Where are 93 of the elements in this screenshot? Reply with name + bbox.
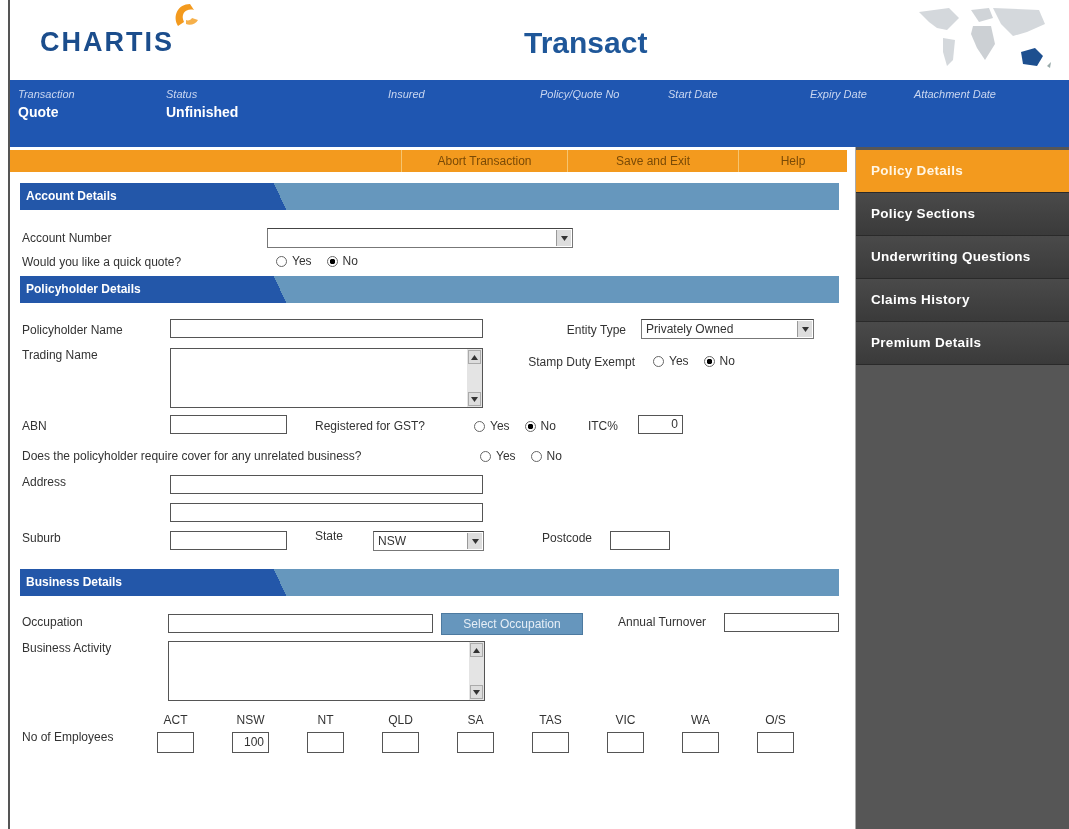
app-title: Transact	[524, 25, 648, 60]
scroll-down-icon[interactable]	[468, 392, 481, 406]
field-label: Status	[166, 88, 198, 100]
field-label: Suburb	[22, 530, 62, 545]
radio-button[interactable]	[524, 420, 536, 432]
logo-text: CHARTIS	[40, 27, 174, 59]
field-label: Attachment Date	[914, 88, 996, 100]
dropdown[interactable]	[267, 228, 573, 248]
radio-button[interactable]	[530, 450, 542, 462]
field-label: Trading Name	[22, 348, 99, 362]
option-label: Yes	[669, 354, 689, 368]
input-field[interactable]	[757, 732, 794, 753]
scroll-up-icon[interactable]	[468, 350, 481, 364]
radio-button[interactable]	[276, 255, 287, 267]
field-label: ABN	[22, 418, 48, 433]
input-field[interactable]	[532, 732, 569, 753]
field-value: Unfinished	[166, 104, 239, 120]
column-label: ACT	[163, 713, 188, 727]
field-label: Registered for GST?	[315, 418, 427, 433]
input-field[interactable]	[682, 732, 719, 753]
input-field[interactable]	[168, 614, 433, 633]
field-label: No of Employees	[22, 729, 115, 744]
text-area[interactable]	[168, 641, 485, 701]
text-area[interactable]	[170, 348, 483, 408]
field-label: Would you like a quick quote?	[22, 254, 183, 269]
column-label: SA	[467, 713, 484, 727]
section-header: Account Details	[20, 183, 839, 210]
column-label: NSW	[236, 713, 265, 727]
field-label: Business Activity	[22, 641, 113, 655]
field-label: Occupation	[22, 614, 84, 629]
input-field[interactable]	[607, 732, 644, 753]
option-label: No	[546, 449, 562, 463]
input-field[interactable]: 0	[637, 415, 683, 434]
option-label: Yes	[292, 254, 312, 268]
field-label: Entity Type	[565, 322, 626, 337]
scroll-down-icon[interactable]	[470, 685, 483, 699]
radio-button[interactable]	[703, 355, 715, 367]
option-label: No	[719, 354, 735, 368]
input-field[interactable]	[610, 531, 670, 550]
input-field[interactable]	[457, 732, 494, 753]
field-label: Transaction	[18, 88, 75, 100]
field-label: Policy/Quote No	[540, 88, 620, 100]
field-label: Expiry Date	[810, 88, 867, 100]
input-field[interactable]	[307, 732, 344, 753]
column-label: WA	[691, 713, 710, 727]
field-label: Stamp Duty Exempt	[527, 354, 635, 369]
scrollbar[interactable]	[467, 349, 482, 407]
field-label: Insured	[388, 88, 425, 100]
toolbar-link[interactable]: Abort Transaction	[401, 150, 567, 172]
column-label: VIC	[615, 713, 636, 727]
toolbar-link[interactable]: Help	[738, 150, 847, 172]
field-label: Address	[22, 475, 68, 489]
field-label: Postcode	[542, 530, 594, 545]
column-label: NT	[317, 713, 334, 727]
scroll-up-icon[interactable]	[470, 643, 483, 657]
column-label: O/S	[765, 713, 786, 727]
dropdown[interactable]: NSW	[373, 531, 484, 551]
dropdown[interactable]: Privately Owned	[641, 319, 814, 339]
field-label: Account Number	[22, 230, 113, 245]
sidebar-item[interactable]: Claims History	[856, 279, 1069, 322]
input-field[interactable]	[724, 613, 839, 632]
radio-button[interactable]	[326, 255, 338, 267]
sidebar-item[interactable]: Underwriting Questions	[856, 236, 1069, 279]
field-label: State	[315, 529, 345, 543]
scrollbar[interactable]	[469, 642, 484, 700]
input-field[interactable]: 100	[232, 732, 269, 753]
input-field[interactable]	[170, 531, 287, 550]
input-field[interactable]	[170, 415, 287, 434]
option-label: No	[540, 419, 556, 433]
field-label: ITC%	[587, 418, 619, 433]
input-field[interactable]	[170, 319, 483, 338]
sidebar-item[interactable]: Policy Sections	[856, 193, 1069, 236]
column-label: QLD	[388, 713, 413, 727]
option-label: Yes	[490, 419, 510, 433]
option-label: No	[342, 254, 358, 268]
sidebar-item[interactable]: Premium Details	[856, 322, 1069, 365]
option-label: Yes	[496, 449, 516, 463]
section-header: Policyholder Details	[20, 276, 839, 303]
input-field[interactable]	[170, 503, 483, 522]
radio-button[interactable]	[474, 420, 485, 432]
field-label: Policyholder Name	[22, 322, 124, 337]
radio-button[interactable]	[480, 450, 491, 462]
field-label: Annual Turnover	[618, 614, 708, 629]
input-field[interactable]	[382, 732, 419, 753]
toolbar-link[interactable]: Save and Exit	[567, 150, 738, 172]
field-value: Quote	[18, 104, 59, 120]
section-header: Business Details	[20, 569, 839, 596]
input-field[interactable]	[170, 475, 483, 494]
column-label: TAS	[539, 713, 562, 727]
field-label: Does the policyholder require cover for any unrelated business?	[22, 449, 363, 463]
field-label: Start Date	[668, 88, 718, 100]
input-field[interactable]	[157, 732, 194, 753]
radio-button[interactable]	[653, 355, 664, 367]
